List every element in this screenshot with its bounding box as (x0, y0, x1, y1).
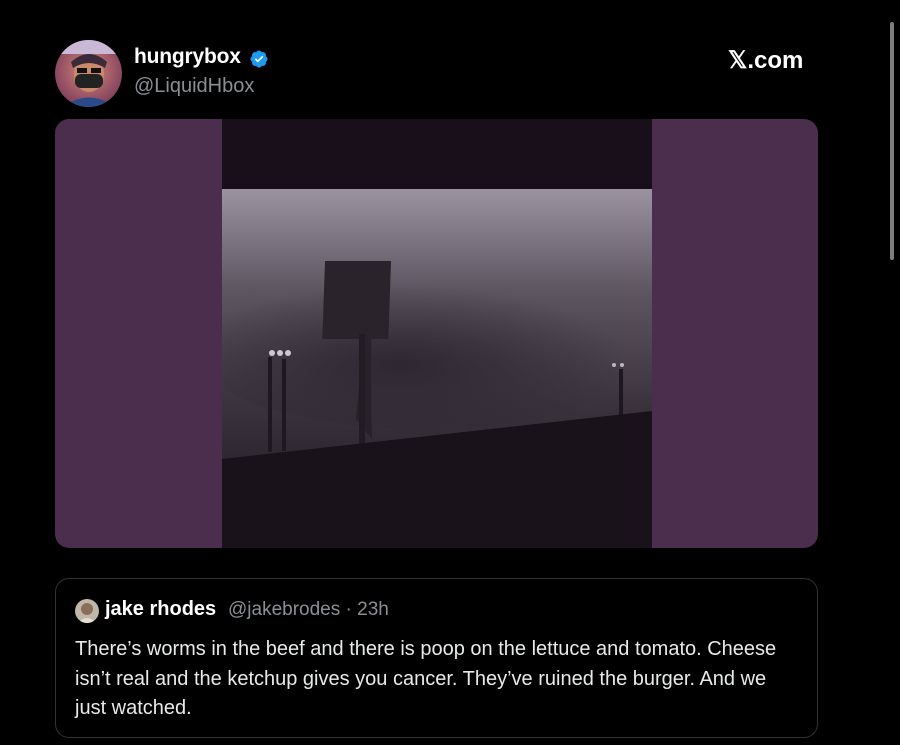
tornado-video-frame (222, 119, 652, 548)
quoted-author-name[interactable]: jake rhodes (105, 598, 216, 621)
verified-badge-icon (250, 50, 268, 68)
tweet-screenshot: hungrybox @LiquidHbox 𝕏.com jake rhodes … (0, 0, 900, 745)
author-handle[interactable]: @LiquidHbox (134, 75, 254, 98)
avatar-image (75, 599, 99, 623)
quoted-tweet-text: There’s worms in the beef and there is p… (75, 638, 777, 719)
quoted-author-avatar[interactable] (75, 599, 99, 623)
quoted-tweet-card[interactable]: jake rhodes @jakebrodes · 23h There’s wo… (55, 578, 818, 738)
author-display-name[interactable]: hungrybox (134, 45, 241, 69)
avatar-image (55, 40, 122, 107)
author-avatar[interactable] (55, 40, 122, 107)
media-card[interactable] (55, 119, 818, 548)
x-com-logo[interactable]: 𝕏.com (728, 46, 803, 75)
scrollbar[interactable] (890, 22, 894, 260)
quoted-author-handle-time[interactable]: @jakebrodes · 23h (228, 599, 389, 621)
